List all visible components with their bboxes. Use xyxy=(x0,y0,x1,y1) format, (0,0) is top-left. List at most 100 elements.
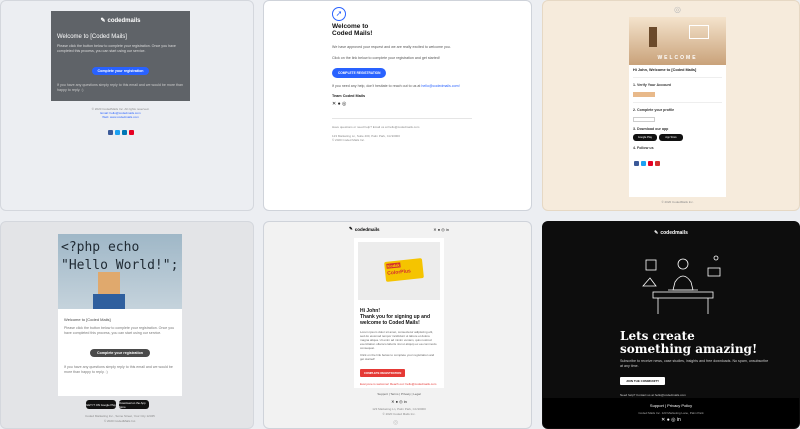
body-text: Subscribe to receive news, case studies,… xyxy=(620,359,769,368)
heading-line-1: Welcome to xyxy=(332,23,369,30)
template-card-5[interactable]: ✎ codedmails ✕ ● ◎ in Kodak ColorPlus Hi… xyxy=(263,221,532,429)
instagram-icon[interactable]: ◎ xyxy=(671,417,675,423)
footer-help: Have questions or need help? Email us at… xyxy=(332,125,420,129)
code-line-2: "Hello World!"; xyxy=(61,258,179,273)
link-legal[interactable]: Legal xyxy=(413,392,420,396)
instagram-icon[interactable]: ◎ xyxy=(342,101,346,107)
twitter-icon[interactable]: ✕ xyxy=(661,417,665,423)
social-icons xyxy=(633,153,722,171)
social-icons xyxy=(51,122,190,140)
footer-copyright: © 2020 Coded Mails Inc. xyxy=(382,412,416,416)
heading-line-2: something amazing! xyxy=(620,342,758,356)
help-text: If you need any help, don't hesitate to … xyxy=(332,84,421,88)
help-text: If you have any questions simply reply t… xyxy=(64,365,173,374)
email-body: Please click the button below to complet… xyxy=(57,44,176,53)
heading-line-2: Coded Mails! xyxy=(332,30,373,37)
step-4-title: 4. Follow us xyxy=(633,146,654,150)
help-line: If you need any help, don't hesitate to … xyxy=(332,84,472,89)
app-store-badge[interactable]: Download on the App Store xyxy=(119,400,149,409)
link-terms[interactable]: Terms xyxy=(390,392,398,396)
app-store-badge[interactable]: App Store xyxy=(659,134,683,141)
help-text: Everyone is welcome! Reach out: hello@co… xyxy=(360,382,437,386)
email-preview: Kodak ColorPlus Hi John! Thank you for s… xyxy=(354,238,444,388)
template-card-6[interactable]: ✎ codedmails Lets create something amazi… xyxy=(542,221,800,429)
facebook-icon[interactable] xyxy=(107,130,113,135)
linkedin-icon[interactable] xyxy=(121,130,127,135)
hero-image: Kodak ColorPlus xyxy=(358,242,440,300)
verify-button[interactable] xyxy=(633,92,655,97)
rocket-logo-icon: ➚ xyxy=(332,7,346,21)
social-icons: ✕ ● ◎ in xyxy=(543,417,799,423)
paragraph-2: Click on the link below to complete your… xyxy=(332,56,440,60)
footer-links: Support | Terms | Privacy | Legal xyxy=(377,392,421,396)
logo-text: codedmails xyxy=(354,226,380,232)
email-title: Welcome to [Coded Mails] xyxy=(57,34,127,40)
help-link[interactable]: hello@codedmails.com! xyxy=(421,84,459,88)
step-2-title: 2. Complete your profile xyxy=(633,108,675,112)
logo-icon: ✎ xyxy=(349,226,353,231)
linkedin-icon[interactable]: in xyxy=(677,417,681,423)
robot-figure xyxy=(98,272,120,294)
hero-image: <?php echo "Hello World!"; xyxy=(58,234,182,309)
hero-image: WELCOME xyxy=(629,17,726,65)
film-name: ColorPlus xyxy=(386,268,412,277)
footer: © 2020 CodedMails Inc. xyxy=(661,200,694,204)
registration-button[interactable]: Complete your registration xyxy=(90,349,150,357)
meditation-illustration xyxy=(642,255,721,314)
email-preview: ◎ WELCOME Hi John, Welcome to [Coded Mai… xyxy=(629,5,726,204)
profile-button[interactable] xyxy=(633,117,655,122)
link-privacy[interactable]: Privacy xyxy=(401,392,411,396)
template-card-4[interactable]: <?php echo "Hello World!"; Welcome to [C… xyxy=(0,221,254,429)
paragraph-1: We have approved your request and we are… xyxy=(332,45,451,49)
cta-text: Click on the link below to complete your… xyxy=(360,353,435,361)
footer-logo-icon: ◎ xyxy=(393,420,399,426)
body-text: Lorem ipsum dolor sit amet, consectetur … xyxy=(360,330,437,350)
google-play-badge[interactable]: Google Play xyxy=(633,134,657,141)
logo-icon: ✎ xyxy=(100,18,106,24)
logo-text: codedmails xyxy=(660,230,688,236)
email-preview: <?php echo "Hello World!"; Welcome to [C… xyxy=(58,234,182,396)
social-icons: ✕ ● ◎ xyxy=(332,101,472,107)
facebook-icon[interactable] xyxy=(634,161,639,166)
email-body: Please click the button below to complet… xyxy=(64,326,175,335)
template-card-2[interactable]: ➚ Welcome to Coded Mails! We have approv… xyxy=(263,0,532,211)
help-text: If you have any questions simply reply t… xyxy=(57,83,184,92)
footer-links[interactable]: Support | Privacy Policy xyxy=(543,403,799,408)
greeting: Hi John, Welcome to [Coded Mails] xyxy=(633,68,697,72)
facebook-icon[interactable]: ● xyxy=(338,101,341,107)
template-card-3[interactable]: ◎ WELCOME Hi John, Welcome to [Coded Mai… xyxy=(542,0,800,211)
google-play-badge[interactable]: GET IT ON Google Play xyxy=(86,400,116,409)
twitter-icon[interactable]: ✕ xyxy=(332,101,336,107)
footer-address: Coded Mails Inc. 123 Marketing Lane, Pal… xyxy=(638,411,704,415)
footer-copyright: © 2020 Coded Mails Inc. xyxy=(332,138,365,142)
join-community-button[interactable]: JOIN THE COMMUNITY xyxy=(620,377,666,385)
youtube-icon[interactable] xyxy=(655,161,660,166)
footer-address: Coded Marketing Inc., Some Street, Your … xyxy=(85,414,155,418)
footer-copyright: © 2020 CodedMails Inc. xyxy=(103,419,137,423)
pinterest-icon[interactable] xyxy=(648,161,653,166)
complete-registration-button[interactable]: COMPLETE REGISTRATION xyxy=(360,369,406,377)
link-support[interactable]: Support xyxy=(377,392,388,396)
twitter-icon[interactable] xyxy=(641,161,646,166)
logo-icon: ◎ xyxy=(674,5,681,14)
contact-web[interactable]: Web: www.codedmails.com xyxy=(51,115,190,119)
facebook-icon[interactable]: ● xyxy=(667,417,670,423)
step-1-title: 1. Verify Your Account xyxy=(633,83,671,87)
email-preview: ✎ codedmails Welcome to [Coded Mails] Pl… xyxy=(51,11,190,146)
signature: Team Coded Mails xyxy=(332,94,366,98)
header-social-icons: ✕ ● ◎ in xyxy=(433,226,449,232)
film-brand: Kodak xyxy=(386,262,401,269)
footer-social-icons: ✕ ● ◎ in xyxy=(391,399,407,404)
complete-registration-button[interactable]: COMPLETE REGISTRATION xyxy=(332,68,387,78)
pinterest-icon[interactable] xyxy=(128,130,134,135)
logo-text: codedmails xyxy=(107,17,141,24)
code-line-1: <?php echo xyxy=(61,240,140,255)
heading: Thank you for signing up and welcome to … xyxy=(360,314,430,326)
step-3-title: 3. Download our app xyxy=(633,127,669,131)
registration-button[interactable]: Complete your registration xyxy=(91,67,150,75)
hero-word: WELCOME xyxy=(657,55,698,61)
twitter-icon[interactable] xyxy=(114,130,120,135)
footer-address: 123 Marketing Ln, Palm Park, CA 90000 xyxy=(372,407,426,411)
logo-icon: ✎ xyxy=(654,230,659,236)
template-card-1[interactable]: ✎ codedmails Welcome to [Coded Mails] Pl… xyxy=(0,0,254,211)
